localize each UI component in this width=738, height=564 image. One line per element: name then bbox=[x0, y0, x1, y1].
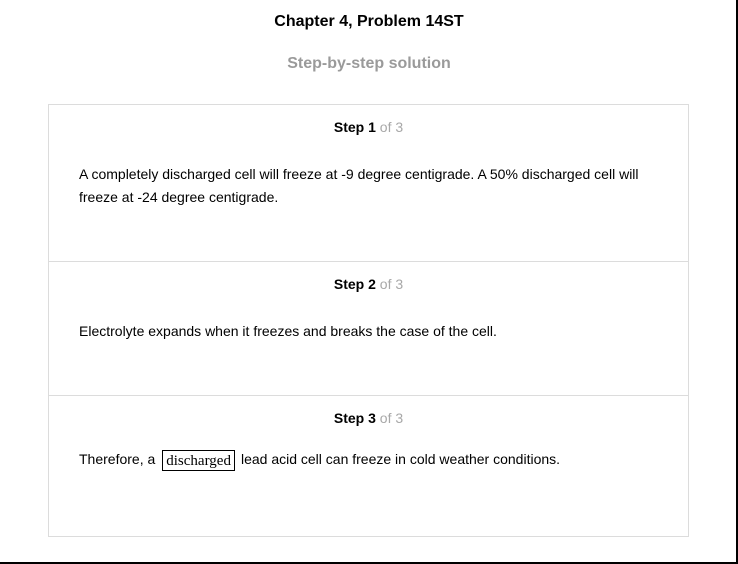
step-3-label: Step 3 bbox=[333, 410, 376, 426]
step-3-text-after: lead acid cell can freeze in cold weathe… bbox=[240, 451, 561, 467]
page-subtitle: Step-by-step solution bbox=[287, 55, 451, 72]
step-2-text: Electrolyte expands when it freezes and … bbox=[79, 323, 497, 339]
answer-box: discharged bbox=[162, 449, 235, 471]
page-title: Chapter 4, Problem 14ST bbox=[274, 13, 464, 30]
step-2-header: Step 2 of 3 bbox=[49, 276, 688, 292]
step-3-total: of 3 bbox=[379, 410, 404, 426]
step-1-text: A completely discharged cell will freeze… bbox=[79, 166, 639, 205]
step-2-label: Step 2 bbox=[333, 276, 376, 292]
step-2: Step 2 of 3 Electrolyte expands when it … bbox=[49, 262, 688, 396]
step-3-header: Step 3 of 3 bbox=[49, 410, 688, 426]
step-2-total: of 3 bbox=[379, 276, 404, 292]
step-3: Step 3 of 3 Therefore, a discharged lead a… bbox=[49, 396, 688, 536]
step-1-total: of 3 bbox=[379, 119, 404, 135]
step-1-header: Step 1 of 3 bbox=[49, 119, 688, 135]
step-3-text-before: Therefore, a bbox=[79, 451, 156, 467]
step-1-label: Step 1 bbox=[333, 119, 376, 135]
solution-steps: Step 1 of 3 A completely discharged cell… bbox=[48, 104, 689, 537]
step-3-text: Therefore, a discharged lead acid cell can… bbox=[79, 448, 658, 471]
step-1: Step 1 of 3 A completely discharged cell… bbox=[49, 105, 688, 262]
